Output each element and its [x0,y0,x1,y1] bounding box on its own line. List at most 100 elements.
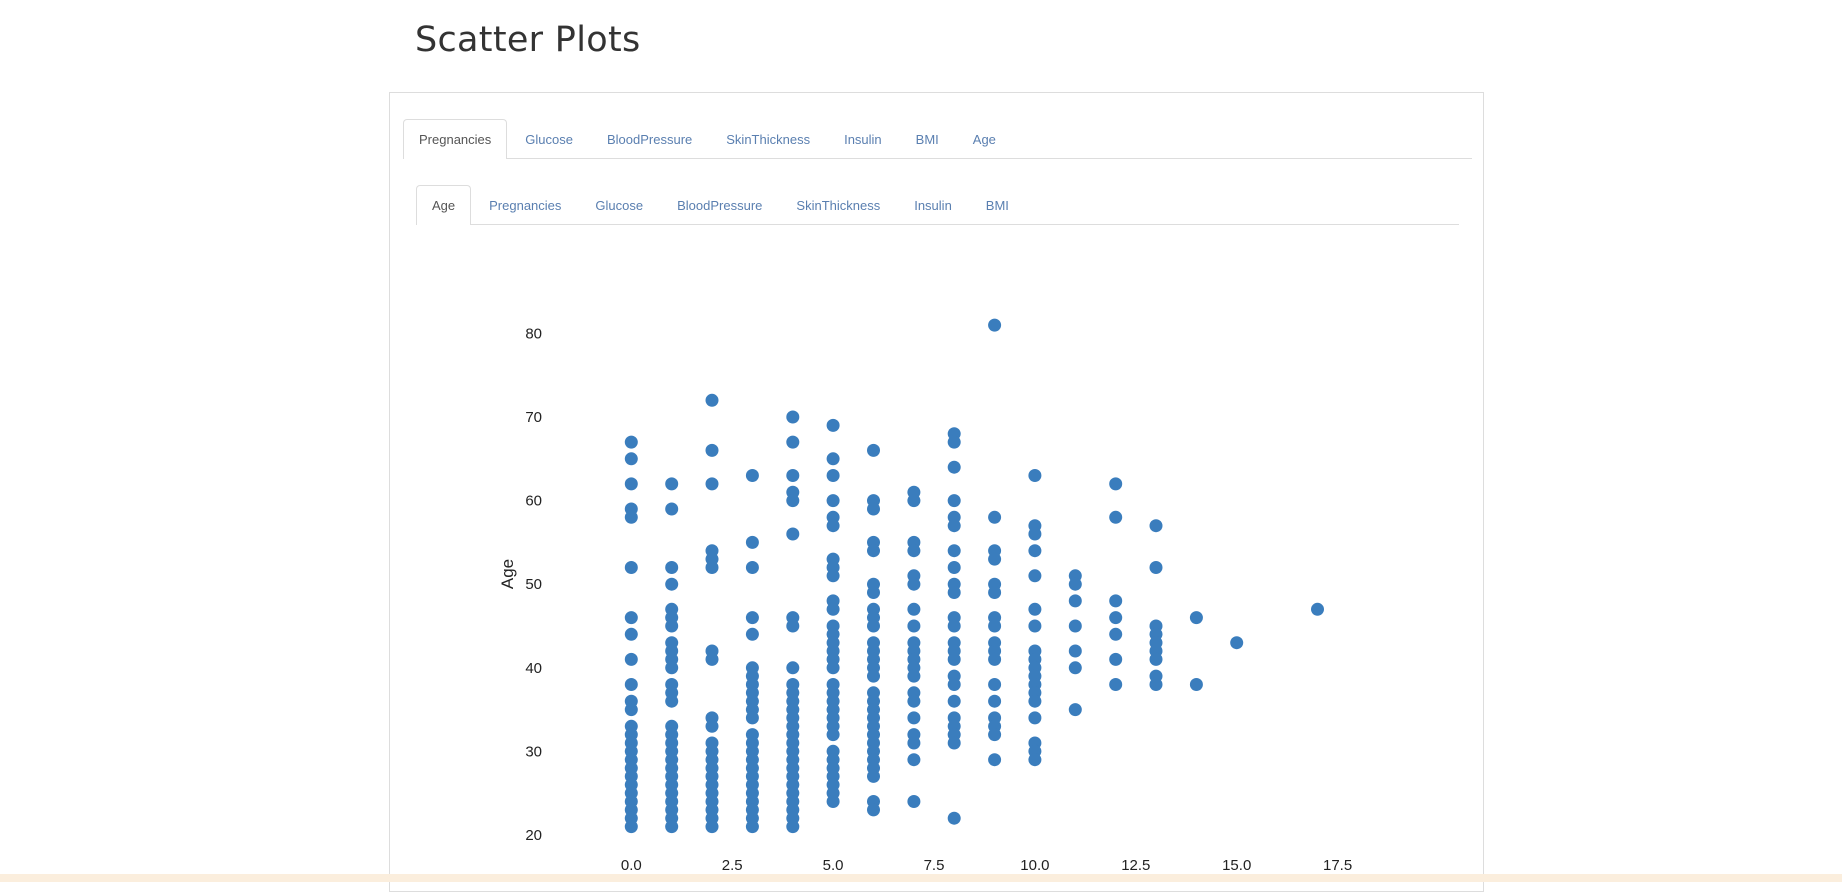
data-point [988,753,1002,767]
data-point [745,535,759,549]
y-tick-label: 40 [525,660,542,677]
tab-x-glucose[interactable]: Glucose [509,119,589,158]
data-point [786,469,800,482]
data-point [826,418,840,432]
data-point [867,586,880,599]
scatter-chart-svg: 20 30 40 50 60 70 80 0.0 2.5 5.0 7.5 10.0 12.5 15.0 17… [498,318,1352,874]
data-point [907,602,921,616]
data-point [665,820,679,834]
tab-y-insulin[interactable]: Insulin [898,185,968,224]
x-tick-label: 17.5 [1323,857,1352,874]
data-point [1109,510,1123,524]
data-point [1149,678,1163,691]
data-point [705,477,719,491]
tab-y-glucose[interactable]: Glucose [579,185,659,224]
data-point [1149,561,1163,574]
tab-y-age[interactable]: Age [416,185,472,225]
data-point [705,820,719,834]
data-point [1068,703,1082,717]
tab-x-bloodpressure[interactable]: BloodPressure [591,119,708,158]
tab-y-skinthickness[interactable]: SkinThickness [780,185,896,224]
data-point [786,527,800,541]
data-point [907,494,921,508]
data-point [988,652,1002,666]
data-point [907,577,921,591]
y-tick-label: 50 [525,576,542,593]
data-point [786,661,800,675]
tab-x-insulin[interactable]: Insulin [828,119,898,158]
data-point [947,435,961,449]
data-point [624,561,638,574]
data-point [907,669,921,683]
x-tick-label: 12.5 [1121,857,1150,874]
data-point [867,803,880,817]
data-point [1109,611,1123,625]
data-point [907,544,921,558]
data-point [624,652,638,666]
x-tick-label: 10.0 [1020,857,1049,874]
data-point [1230,636,1244,650]
y-tick-label: 20 [525,827,542,844]
data-point [988,552,1002,566]
data-point [665,577,679,591]
data-point [1028,544,1042,558]
data-point [947,811,961,825]
data-point [665,477,679,491]
tab-y-bloodpressure[interactable]: BloodPressure [661,185,778,224]
data-point [745,820,759,834]
data-point [907,619,921,633]
data-point [947,694,961,708]
data-point [1068,661,1082,675]
data-point [1109,627,1123,641]
page-title: Scatter Plots [415,20,641,60]
x-tick-label: 0.0 [621,857,642,874]
data-point [705,561,719,574]
tab-y-pregnancies[interactable]: Pregnancies [473,185,577,224]
data-point [907,736,921,750]
y-tick-label: 60 [525,493,542,510]
data-point [1149,652,1163,666]
tab-x-age[interactable]: Age [957,119,1012,158]
data-point [1028,569,1042,583]
data-point [907,694,921,708]
data-point [947,619,961,633]
data-point [947,586,961,599]
data-point [867,544,880,558]
tab-y-bmi[interactable]: BMI [970,185,1025,224]
tab-x-skinthickness[interactable]: SkinThickness [710,119,826,158]
data-point [1189,611,1203,625]
data-point [1068,594,1082,608]
data-point [826,728,840,742]
data-point [786,410,800,424]
data-point [988,586,1002,599]
data-point [826,519,840,533]
data-point [1109,678,1123,691]
data-point [988,728,1002,742]
data-point [624,820,638,834]
data-point [665,561,679,574]
data-point [1028,753,1042,767]
data-point [786,494,800,508]
data-point [988,678,1002,691]
data-point [624,627,638,641]
data-point [624,678,638,691]
data-point [947,544,961,558]
y-axis-label: Age [498,559,517,589]
x-tick-label: 7.5 [924,857,945,874]
data-point [624,477,638,491]
data-point [988,694,1002,708]
data-point [826,602,840,616]
data-point [867,769,880,783]
x-tick-label: 5.0 [823,857,844,874]
data-point [1028,527,1042,541]
data-point [947,494,961,508]
data-point [1189,678,1203,691]
data-point [1028,711,1042,725]
y-tick-label: 70 [525,409,542,426]
tab-x-bmi[interactable]: BMI [900,119,955,158]
data-point [705,719,719,733]
data-point [1109,594,1123,608]
data-point [907,795,921,808]
data-point [1311,602,1324,616]
tab-x-pregnancies[interactable]: Pregnancies [403,119,508,159]
